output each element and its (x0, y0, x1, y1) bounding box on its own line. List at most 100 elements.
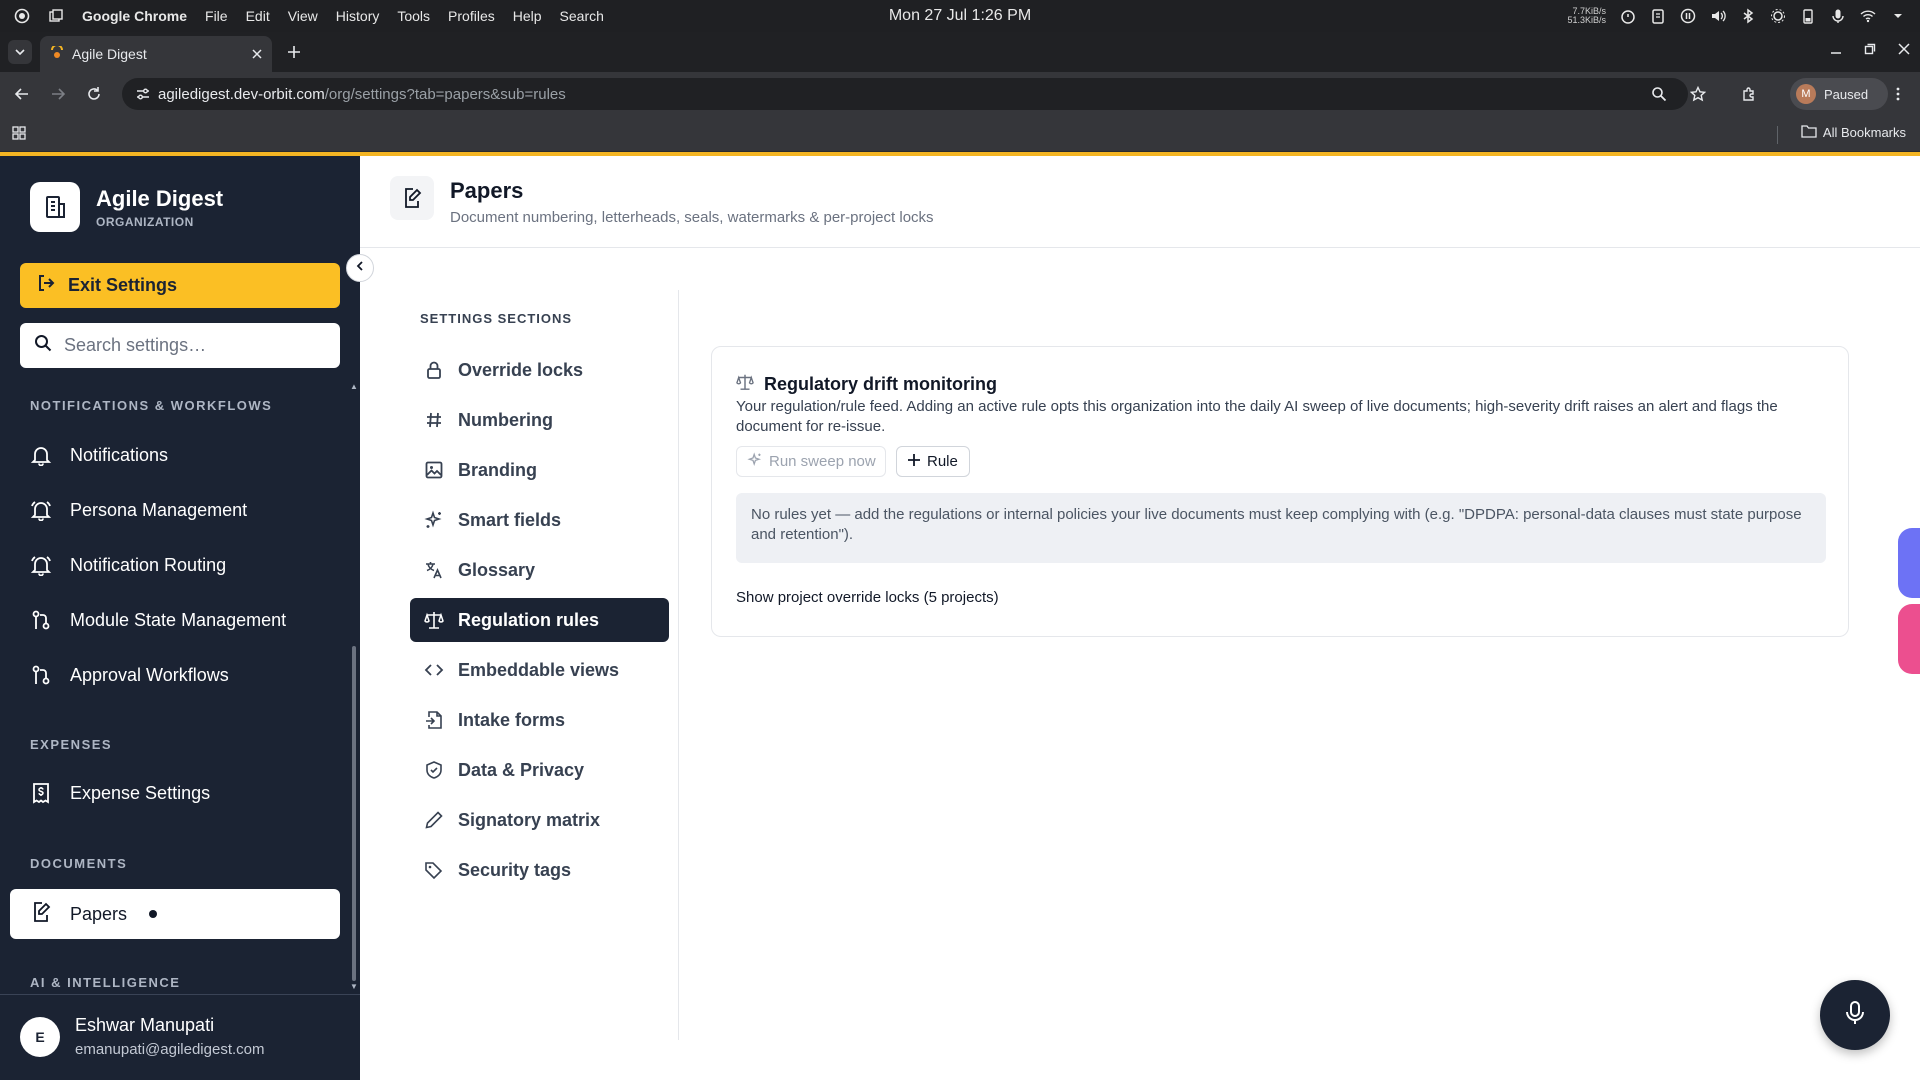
minimize-icon[interactable] (1830, 42, 1842, 60)
apps-grid-icon[interactable] (12, 126, 26, 145)
settings-search-input[interactable] (64, 335, 324, 356)
brightness-icon[interactable] (1770, 8, 1786, 24)
bell-ring-icon (30, 554, 52, 576)
maximize-icon[interactable] (1864, 42, 1876, 60)
settings-sidebar: Agile Digest ORGANIZATION Exit Settings … (0, 156, 360, 1080)
close-window-icon[interactable] (1898, 42, 1910, 60)
exit-settings-label: Exit Settings (68, 275, 178, 295)
section-embeddable-views[interactable]: Embeddable views (410, 648, 669, 692)
section-smart-fields[interactable]: Smart fields (410, 498, 669, 542)
section-label-notifications-workflows: NOTIFICATIONS & WORKFLOWS (30, 398, 273, 413)
chrome-menu-kebab-icon[interactable] (1886, 82, 1910, 106)
os-activities-icon[interactable] (14, 8, 30, 24)
clipboard-icon[interactable] (1650, 8, 1666, 24)
section-label: Numbering (458, 409, 554, 430)
sidebar-item-label: Module State Management (70, 609, 287, 630)
sidebar-item-persona-management[interactable]: Persona Management (30, 499, 247, 521)
sidebar-item-expense-settings[interactable]: Expense Settings (30, 782, 210, 804)
floating-side-tab-purple[interactable] (1898, 528, 1920, 598)
profile-button[interactable]: M Paused (1790, 78, 1888, 110)
sidebar-scroll-up-icon[interactable]: ▲ (350, 382, 358, 391)
timer-icon[interactable] (1620, 8, 1636, 24)
zoom-icon[interactable] (1650, 85, 1668, 103)
forward-arrow-icon[interactable] (46, 82, 70, 106)
hash-icon (424, 410, 444, 430)
os-menu-history[interactable]: History (336, 8, 380, 24)
os-app-name: Google Chrome (82, 8, 188, 24)
system-menu-chevron-icon[interactable] (1890, 8, 1906, 24)
new-tab-plus-icon[interactable] (282, 40, 306, 64)
show-override-locks-link[interactable]: Show project override locks (5 projects) (736, 589, 999, 606)
address-bar[interactable]: agiledigest.dev-orbit.com/org/settings?t… (122, 78, 1688, 110)
section-label-documents: DOCUMENTS (30, 856, 128, 871)
browser-toolbar: agiledigest.dev-orbit.com/org/settings?t… (0, 72, 1920, 116)
back-arrow-icon[interactable] (10, 82, 34, 106)
os-menu-file[interactable]: File (205, 8, 228, 24)
os-menu-help[interactable]: Help (513, 8, 542, 24)
card-title: Regulatory drift monitoring (736, 373, 997, 396)
image-icon (424, 460, 444, 480)
section-label-expenses: EXPENSES (30, 737, 113, 752)
card-description: Your regulation/rule feed. Adding an act… (736, 398, 1778, 435)
os-menu-search[interactable]: Search (560, 8, 604, 24)
section-numbering[interactable]: Numbering (410, 398, 669, 442)
bookmarks-separator (1777, 126, 1778, 144)
sidebar-item-label: Expense Settings (70, 782, 211, 803)
voice-assistant-button[interactable] (1820, 980, 1890, 1050)
search-icon (34, 334, 52, 357)
section-label: Smart fields (458, 509, 562, 530)
os-menu-view[interactable]: View (288, 8, 318, 24)
run-sweep-button[interactable]: Run sweep now (736, 446, 886, 477)
section-label: Embeddable views (458, 659, 620, 680)
reload-icon[interactable] (82, 82, 106, 106)
os-menu-profiles[interactable]: Profiles (448, 8, 495, 24)
section-branding[interactable]: Branding (410, 448, 669, 492)
sidebar-scroll-down-icon[interactable]: ▼ (350, 982, 358, 991)
section-intake-forms[interactable]: Intake forms (410, 698, 669, 742)
extensions-puzzle-icon[interactable] (1737, 82, 1761, 106)
section-data-privacy[interactable]: Data & Privacy (410, 748, 669, 792)
section-security-tags[interactable]: Security tags (410, 848, 669, 892)
section-override-locks[interactable]: Override locks (410, 348, 669, 392)
section-glossary[interactable]: Glossary (410, 548, 669, 592)
microphone-icon[interactable] (1830, 8, 1846, 24)
url-path: /org/settings?tab=papers&sub=rules (324, 85, 566, 103)
sidebar-item-notifications[interactable]: Notifications (30, 444, 168, 466)
section-signatory-matrix[interactable]: Signatory matrix (410, 798, 669, 842)
battery-icon[interactable] (1800, 8, 1816, 24)
volume-icon[interactable] (1710, 8, 1726, 24)
section-label: Branding (458, 459, 537, 480)
org-name: Agile Digest (96, 185, 224, 211)
sidebar-item-papers[interactable]: Papers (10, 889, 340, 939)
pause-icon[interactable] (1680, 8, 1696, 24)
section-regulation-rules[interactable]: Regulation rules (410, 598, 669, 642)
floating-side-tab-pink[interactable] (1898, 604, 1920, 674)
sidebar-item-module-state-management[interactable]: Module State Management (30, 609, 286, 631)
sidebar-scrollbar-thumb[interactable] (352, 646, 356, 981)
building-icon (30, 182, 80, 232)
os-menu-tools[interactable]: Tools (397, 8, 430, 24)
bluetooth-icon[interactable] (1740, 8, 1756, 24)
section-label: Security tags (458, 859, 572, 880)
exit-settings-button[interactable]: Exit Settings (20, 263, 340, 308)
add-rule-button[interactable]: Rule (896, 446, 970, 477)
window-controls (1830, 42, 1910, 60)
wifi-icon[interactable] (1860, 8, 1876, 24)
bookmarks-bar: All Bookmarks (0, 116, 1920, 152)
browser-tab-active[interactable]: Agile Digest (40, 36, 272, 72)
collapse-sidebar-button[interactable] (346, 254, 374, 282)
tag-icon (424, 860, 444, 880)
bookmark-star-icon[interactable] (1686, 82, 1710, 106)
sidebar-item-notification-routing[interactable]: Notification Routing (30, 554, 226, 576)
tab-search-dropdown-icon[interactable] (8, 40, 32, 64)
sidebar-item-label: Papers (70, 903, 128, 924)
site-info-icon[interactable] (134, 85, 152, 103)
all-bookmarks-button[interactable]: All Bookmarks (1801, 124, 1906, 141)
sidebar-item-approval-workflows[interactable]: Approval Workflows (30, 664, 229, 686)
os-menu-edit[interactable]: Edit (246, 8, 270, 24)
profile-avatar: M (1796, 84, 1816, 104)
url-host: agiledigest.dev-orbit.com (158, 85, 325, 103)
user-profile[interactable]: E Eshwar Manupati emanupati@agiledigest.… (0, 994, 360, 1080)
file-edit-icon (30, 901, 52, 928)
tab-close-icon[interactable] (252, 46, 262, 62)
